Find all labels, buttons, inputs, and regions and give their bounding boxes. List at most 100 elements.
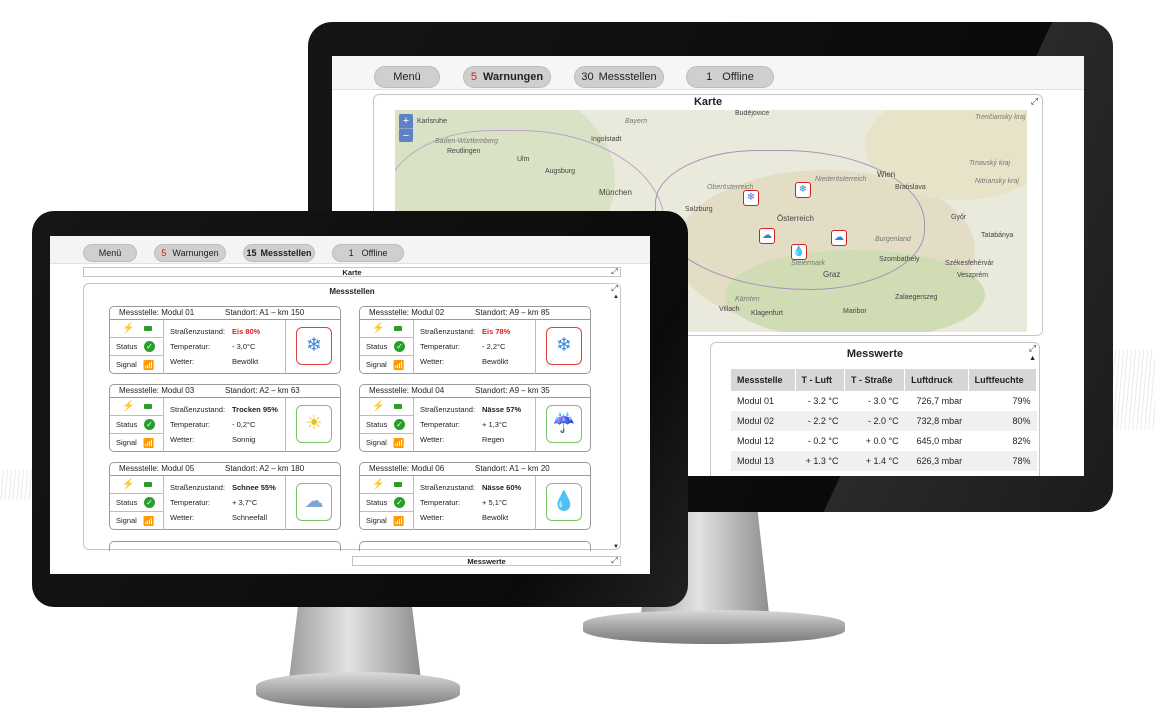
check-icon: ✓ [394,341,405,352]
map-panel-title: Karte [693,96,723,108]
map-marker-water-drop-icon[interactable]: 💧 [791,244,807,260]
station-name: Messstelle: Modul 01 [119,308,195,317]
station-card[interactable]: Messstelle: Modul 02 Standort: A9 – km 85… [359,306,591,374]
table-cell: - 3.2 °C [807,396,839,406]
card-partial [359,541,591,551]
table-cell: 80% [968,411,1037,431]
status-label: Status [366,342,388,351]
signal-row: Signal 📶 [360,512,414,530]
scrollbar[interactable]: ▲ ▼ [612,294,620,550]
measurements-bar[interactable]: Messwerte ⤢ [352,556,621,566]
road-condition-value: Nässe 57% [482,405,522,414]
table-row[interactable]: Modul 12 - 0.2 °C + 0.0 °C 645,0 mbar 82… [731,431,1037,451]
menu-button[interactable]: Menü [83,244,137,262]
temperature-value: - 2,2°C [482,342,506,351]
weather-label: Wetter: [170,357,195,366]
table-cell: - 2.2 °C [795,411,845,431]
rain-cloud-icon: ☔ [546,405,582,443]
front-monitor-base [256,672,460,708]
expand-icon[interactable]: ⤢ [1028,344,1037,353]
signal-row: Signal 📶 [110,356,164,374]
table-cell: - 2.0 °C [844,411,905,431]
column-header[interactable]: Luftfeuchte [968,369,1038,391]
weather-label: Wetter: [420,513,445,522]
warnings-button[interactable]: 5 Warnungen [154,244,226,262]
map-marker-snowflake-icon[interactable]: ❄ [795,182,811,198]
status-row: Status ✓ [110,338,164,356]
map-city-label: Wien [877,170,896,179]
wifi-signal-icon: 📶 [393,516,405,526]
signal-label: Signal [116,360,137,369]
expand-icon[interactable]: ⤢ [610,268,619,277]
station-labels: Straßenzustand: Temperatur: Wetter: [420,402,475,447]
station-card[interactable]: Messstelle: Modul 01 Standort: A1 – km 15… [109,306,341,374]
table-cell: - 3.0 °C [868,396,899,406]
signal-row: Signal 📶 [360,434,414,452]
temperature-label: Temperatur: [170,420,211,429]
station-card[interactable]: Messstelle: Modul 03 Standort: A2 – km 63… [109,384,341,452]
stations-count: 30 [581,71,594,83]
signal-row: Signal 📶 [110,512,164,530]
zoom-in-button[interactable]: + [399,114,413,128]
expand-icon[interactable]: ⤢ [1030,97,1039,106]
station-location: Standort: A9 – km 85 [475,308,550,317]
table-cell: 645,0 mbar [916,436,963,446]
stations-panel: Messstellen ⤢ ▲ ▼ Messstelle: Modul 01 St… [83,283,621,551]
map-city-label: Villach [719,306,740,313]
map-bar[interactable]: Karte ⤢ [83,267,621,277]
map-city-label: Graz [823,270,841,279]
stations-panel-title: Messstellen [329,287,375,296]
table-cell: 626,3 mbar [904,451,969,471]
offline-button[interactable]: 1 Offline [686,66,774,88]
column-header[interactable]: T - Luft [795,369,845,391]
map-marker-snow-cloud-icon[interactable]: ☁ [759,228,775,244]
warnings-label: Warnungen [172,248,219,258]
snow-cloud-icon: ☁ [296,483,332,521]
expand-icon[interactable]: ⤢ [610,285,619,294]
zoom-out-button[interactable]: − [399,128,413,142]
scroll-up-icon[interactable]: ▲ [612,294,620,300]
weather-value: Regen [482,435,505,444]
expand-icon[interactable]: ⤢ [610,557,619,566]
weather-icon-box: ☀ [285,398,340,452]
station-card[interactable]: Messstelle: Modul 05 Standort: A2 – km 18… [109,462,341,530]
offline-button[interactable]: 1 Offline [332,244,404,262]
front-monitor-screen: Menü 5 Warnungen 15 Messstellen 1 Offline K… [50,236,650,574]
column-header[interactable]: T - Straße [844,369,906,391]
back-monitor-base [583,610,845,644]
station-labels: Straßenzustand: Temperatur: Wetter: [170,480,225,525]
menu-button[interactable]: Menü [374,66,440,88]
weather-label: Wetter: [420,435,445,444]
weather-value: Bewölkt [232,357,259,366]
column-header[interactable]: Messstelle [731,369,796,391]
road-condition-value: Nässe 60% [482,483,522,492]
station-card[interactable]: Messstelle: Modul 06 Standort: A1 – km 20… [359,462,591,530]
wifi-signal-icon: 📶 [143,516,155,526]
map-city-label: Maribor [843,308,867,315]
table-cell: + 1.4 °C [844,451,905,471]
table-row[interactable]: Modul 13 + 1.3 °C + 1.4 °C 626,3 mbar 78… [731,451,1037,471]
table-row[interactable]: Modul 02 - 2.2 °C - 2.0 °C 732,8 mbar 80… [731,411,1037,431]
weather-icon-box: ❄ [535,320,590,374]
plug-icon: ⚡ [122,323,135,334]
map-city-label: Bratislava [895,184,926,191]
scroll-down-icon[interactable]: ▼ [612,544,620,550]
measurements-bar-title: Messwerte [467,557,506,566]
station-card-header: Messstelle: Modul 04 Standort: A9 – km 35 [360,385,590,398]
stations-button[interactable]: 15 Messstellen [243,244,315,262]
weather-icon-box: 💧 [535,476,590,530]
temperature-value: + 5,1°C [482,498,508,507]
wifi-signal-icon: 📶 [143,360,155,370]
map-city-label: Ulm [517,156,530,163]
column-header[interactable]: Luftdruck [904,369,969,391]
map-marker-snowflake-icon[interactable]: ❄ [743,190,759,206]
scroll-up-icon[interactable]: ▲ [1029,355,1036,362]
stations-button[interactable]: 30 Messstellen [574,66,664,88]
warnings-button[interactable]: 5 Warnungen [463,66,551,88]
power-row: ⚡ [110,398,164,416]
offline-label: Offline [722,71,754,83]
station-card[interactable]: Messstelle: Modul 04 Standort: A9 – km 35… [359,384,591,452]
table-row[interactable]: Modul 01 - 3.2 °C - 3.0 °C 726,7 mbar 79… [731,391,1037,411]
map-marker-rain-cloud-icon[interactable]: ☁ [831,230,847,246]
check-icon: ✓ [394,497,405,508]
